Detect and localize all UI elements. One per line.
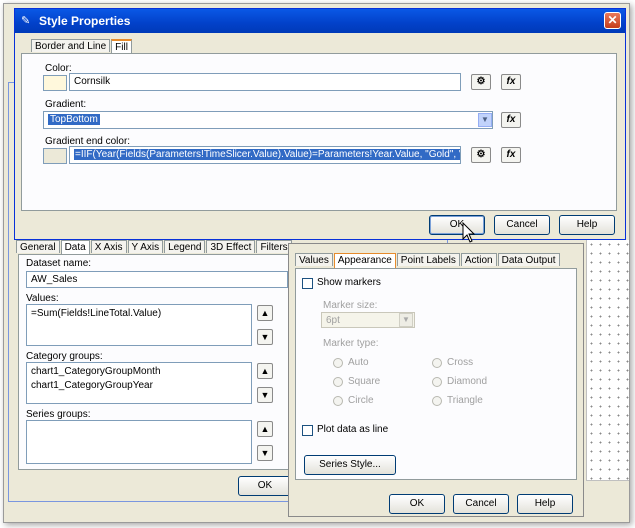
color-picker-icon[interactable]: ⚙	[471, 147, 491, 163]
color-picker-icon[interactable]: ⚙	[471, 74, 491, 90]
tab-filters[interactable]: Filters	[256, 240, 292, 253]
marker-size-label: Marker size:	[323, 300, 378, 311]
radio-diamond[interactable]	[432, 377, 442, 387]
tab-x-axis[interactable]: X Axis	[90, 240, 127, 253]
tab-3d-effect[interactable]: 3D Effect	[206, 240, 256, 253]
gradient-end-value: =IIF(Year(Fields(Parameters!TimeSlicer.V…	[74, 149, 460, 160]
mouse-cursor-icon	[462, 222, 476, 243]
gradient-select[interactable]: TopBottom	[43, 111, 493, 129]
gradient-end-expression-button[interactable]: fx	[501, 147, 521, 163]
category-groups-label: Category groups:	[26, 351, 103, 362]
chart-tabs: General Data X Axis Y Axis Legend 3D Eff…	[16, 240, 293, 255]
wand-icon: ✎	[21, 15, 31, 27]
radio-auto-label: Auto	[348, 357, 369, 368]
radio-cross[interactable]	[432, 358, 442, 368]
tab-border-and-line[interactable]: Border and Line	[31, 39, 111, 52]
series-tabs: Values Appearance Point Labels Action Da…	[295, 253, 561, 268]
style-cancel-button[interactable]: Cancel	[494, 215, 550, 235]
style-ok-button[interactable]: OK	[429, 215, 485, 235]
move-down-icon[interactable]: ▼	[257, 445, 273, 461]
screenshot-frame: General Data X Axis Y Axis Legend 3D Eff…	[3, 3, 630, 523]
category-groups-list[interactable]: chart1_CategoryGroupMonth chart1_Categor…	[26, 362, 252, 404]
radio-cross-label: Cross	[447, 357, 474, 368]
tab-point-labels[interactable]: Point Labels	[396, 253, 460, 266]
dataset-field[interactable]: AW_Sales	[26, 271, 288, 288]
series-cancel-button[interactable]: Cancel	[453, 494, 509, 514]
status-strip	[586, 480, 629, 520]
list-item[interactable]: chart1_CategoryGroupYear	[31, 379, 247, 393]
chevron-down-icon[interactable]: ▼	[478, 113, 492, 127]
values-list[interactable]: =Sum(Fields!LineTotal.Value)	[26, 304, 252, 346]
gradient-end-swatch[interactable]	[43, 148, 67, 164]
title-bar: Style Properties	[15, 9, 625, 33]
plot-as-line-checkbox[interactable]	[302, 425, 313, 436]
radio-square-label: Square	[348, 376, 381, 387]
radio-triangle-label: Triangle	[447, 395, 483, 406]
tab-legend[interactable]: Legend	[164, 240, 206, 253]
style-help-button[interactable]: Help	[559, 215, 615, 235]
show-markers-label: Show markers	[317, 277, 381, 288]
color-swatch[interactable]	[43, 75, 67, 91]
color-expression-button[interactable]: fx	[501, 74, 521, 90]
gradient-end-field[interactable]: =IIF(Year(Fields(Parameters!TimeSlicer.V…	[69, 146, 461, 164]
move-up-icon[interactable]: ▲	[257, 305, 273, 321]
tab-data[interactable]: Data	[60, 240, 90, 255]
tab-appearance[interactable]: Appearance	[333, 253, 396, 268]
plot-as-line-label: Plot data as line	[317, 424, 389, 435]
style-tabs: Border and Line Fill	[31, 39, 133, 54]
radio-triangle[interactable]	[432, 396, 442, 406]
series-style-button[interactable]: Series Style...	[304, 455, 396, 475]
series-groups-label: Series groups:	[26, 409, 91, 420]
series-groups-list[interactable]	[26, 420, 252, 464]
series-properties-dialog: Values Appearance Point Labels Action Da…	[288, 243, 584, 517]
tab-action[interactable]: Action	[460, 253, 497, 266]
marker-type-label: Marker type:	[323, 338, 379, 349]
radio-auto[interactable]	[333, 358, 343, 368]
dataset-label: Dataset name:	[26, 258, 92, 269]
tab-values[interactable]: Values	[295, 253, 333, 266]
radio-diamond-label: Diamond	[447, 376, 488, 387]
radio-circle[interactable]	[333, 396, 343, 406]
list-item[interactable]: =Sum(Fields!LineTotal.Value)	[31, 307, 247, 321]
move-down-icon[interactable]: ▼	[257, 387, 273, 403]
series-ok-button[interactable]: OK	[389, 494, 445, 514]
move-up-icon[interactable]: ▲	[257, 421, 273, 437]
series-help-button[interactable]: Help	[517, 494, 573, 514]
gradient-expression-button[interactable]: fx	[501, 112, 521, 128]
chart-ok-button[interactable]: OK	[238, 476, 292, 496]
move-up-icon[interactable]: ▲	[257, 363, 273, 379]
tab-fill[interactable]: Fill	[111, 39, 132, 54]
chevron-down-icon[interactable]: ▼	[399, 313, 413, 327]
tab-general[interactable]: General	[16, 240, 60, 253]
color-label: Color:	[45, 63, 72, 74]
values-label: Values:	[26, 293, 59, 304]
list-item[interactable]: chart1_CategoryGroupMonth	[31, 365, 247, 379]
style-properties-dialog: Style Properties ✎ ✕ Border and Line Fil…	[14, 8, 626, 240]
move-down-icon[interactable]: ▼	[257, 329, 273, 345]
gradient-value: TopBottom	[48, 114, 100, 125]
tab-data-output[interactable]: Data Output	[497, 253, 560, 266]
show-markers-checkbox[interactable]	[302, 278, 313, 289]
color-field[interactable]: Cornsilk	[69, 73, 461, 91]
tab-y-axis[interactable]: Y Axis	[127, 240, 164, 253]
radio-circle-label: Circle	[348, 395, 374, 406]
gradient-label: Gradient:	[45, 99, 87, 110]
dialog-title: Style Properties	[39, 14, 131, 28]
radio-square[interactable]	[333, 377, 343, 387]
close-icon[interactable]: ✕	[604, 12, 621, 29]
report-design-surface	[586, 240, 629, 480]
